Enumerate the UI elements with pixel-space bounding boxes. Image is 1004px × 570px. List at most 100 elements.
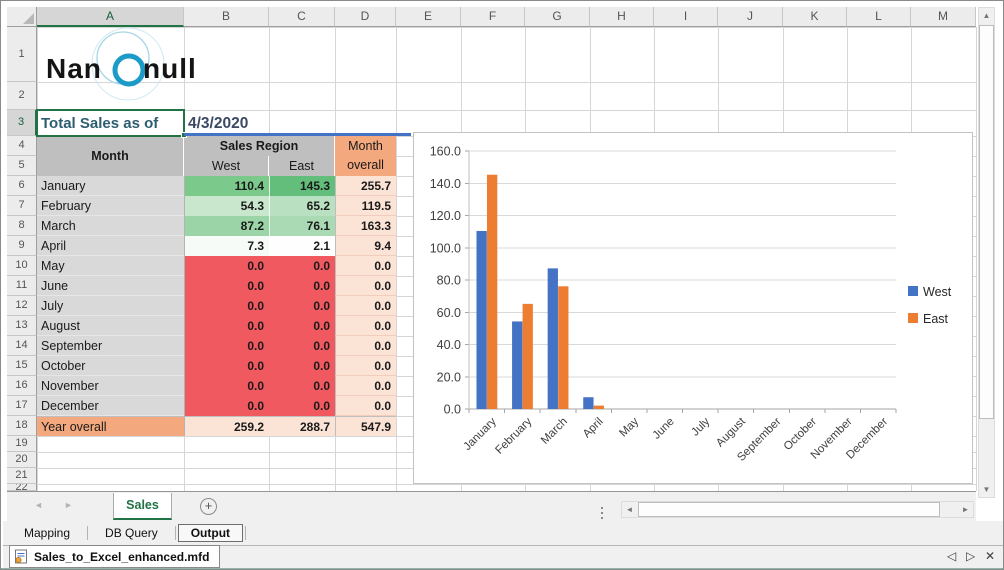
tab-db-query[interactable]: DB Query [90, 524, 173, 542]
cell-overall-August[interactable]: 0.0 [335, 316, 396, 336]
column-header-J[interactable]: J [718, 7, 783, 27]
header-month-overall[interactable]: Monthoverall [335, 136, 396, 176]
cell-east-September[interactable]: 0.0 [269, 336, 335, 356]
cell-month-May[interactable]: May [37, 256, 184, 276]
row-header-13[interactable]: 13 [7, 316, 37, 336]
scroll-up-button[interactable]: ▲ [979, 8, 994, 23]
cell-east-July[interactable]: 0.0 [269, 296, 335, 316]
row-header-18[interactable]: 18 [7, 416, 37, 436]
column-header-I[interactable]: I [654, 7, 718, 27]
cell-month-October[interactable]: October [37, 356, 184, 376]
row-header-5[interactable]: 5 [7, 156, 37, 176]
cell-west-November[interactable]: 0.0 [184, 376, 269, 396]
row-header-21[interactable]: 21 [7, 468, 37, 484]
column-header-H[interactable]: H [590, 7, 654, 27]
cell-month-April[interactable]: April [37, 236, 184, 256]
cell-west-January[interactable]: 110.4 [184, 176, 269, 196]
cell-west-July[interactable]: 0.0 [184, 296, 269, 316]
header-east[interactable]: East [269, 156, 335, 176]
cell-west-February[interactable]: 54.3 [184, 196, 269, 216]
cell-year-overall[interactable]: 547.9 [335, 416, 396, 436]
cell-overall-April[interactable]: 9.4 [335, 236, 396, 256]
cell-month-January[interactable]: January [37, 176, 184, 196]
tab-output[interactable]: Output [178, 524, 243, 542]
scroll-right-button[interactable]: ► [958, 502, 973, 517]
header-sales-region[interactable]: Sales Region [184, 136, 335, 156]
column-header-M[interactable]: M [911, 7, 976, 27]
cell-east-December[interactable]: 0.0 [269, 396, 335, 416]
cell-overall-July[interactable]: 0.0 [335, 296, 396, 316]
cell-overall-January[interactable]: 255.7 [335, 176, 396, 196]
cell-west-October[interactable]: 0.0 [184, 356, 269, 376]
row-header-22[interactable]: 22 [7, 484, 37, 491]
column-header-F[interactable]: F [461, 7, 525, 27]
cell-east-August[interactable]: 0.0 [269, 316, 335, 336]
header-month[interactable]: Month [37, 136, 184, 176]
scroll-down-button[interactable]: ▼ [979, 482, 994, 497]
horizontal-scrollbar[interactable]: ◄ ► [621, 501, 974, 518]
cell-west-December[interactable]: 0.0 [184, 396, 269, 416]
document-tab[interactable]: Sales_to_Excel_enhanced.mfd [9, 545, 220, 568]
select-all-button[interactable] [7, 7, 37, 27]
sales-chart[interactable]: 0.020.040.060.080.0100.0120.0140.0160.0J… [413, 132, 973, 484]
prev-sheet-icon[interactable]: ◄ [34, 500, 43, 510]
cell-east-June[interactable]: 0.0 [269, 276, 335, 296]
scroll-left-button[interactable]: ◄ [622, 502, 637, 517]
row-header-17[interactable]: 17 [7, 396, 37, 416]
column-header-C[interactable]: C [269, 7, 335, 27]
row-header-19[interactable]: 19 [7, 436, 37, 452]
cell-east-March[interactable]: 76.1 [269, 216, 335, 236]
scrollbar-resize-handle[interactable] [601, 504, 603, 522]
row-header-20[interactable]: 20 [7, 452, 37, 468]
cell-east-May[interactable]: 0.0 [269, 256, 335, 276]
column-header-L[interactable]: L [847, 7, 911, 27]
horizontal-scroll-thumb[interactable] [638, 502, 940, 517]
cell-east-January[interactable]: 145.3 [269, 176, 335, 196]
doc-prev-icon[interactable]: ◁ [947, 549, 956, 563]
cell-east-February[interactable]: 65.2 [269, 196, 335, 216]
cell-west-March[interactable]: 87.2 [184, 216, 269, 236]
row-header-9[interactable]: 9 [7, 236, 37, 256]
cell-month-December[interactable]: December [37, 396, 184, 416]
sheet-tab-sales[interactable]: Sales [113, 493, 172, 520]
row-header-3[interactable]: 3 [7, 110, 37, 136]
cell-month-July[interactable]: July [37, 296, 184, 316]
cell-west-August[interactable]: 0.0 [184, 316, 269, 336]
cell-overall-June[interactable]: 0.0 [335, 276, 396, 296]
cell-overall-December[interactable]: 0.0 [335, 396, 396, 416]
row-header-8[interactable]: 8 [7, 216, 37, 236]
cell-overall-September[interactable]: 0.0 [335, 336, 396, 356]
row-header-4[interactable]: 4 [7, 136, 37, 156]
add-sheet-button[interactable]: + [200, 498, 217, 515]
cell-overall-February[interactable]: 119.5 [335, 196, 396, 216]
row-header-14[interactable]: 14 [7, 336, 37, 356]
cell-month-March[interactable]: March [37, 216, 184, 236]
cell-west-September[interactable]: 0.0 [184, 336, 269, 356]
cell-overall-October[interactable]: 0.0 [335, 356, 396, 376]
cell-overall-March[interactable]: 163.3 [335, 216, 396, 236]
row-header-16[interactable]: 16 [7, 376, 37, 396]
column-header-G[interactable]: G [525, 7, 590, 27]
header-west[interactable]: West [184, 156, 269, 176]
cell-west-May[interactable]: 0.0 [184, 256, 269, 276]
row-header-7[interactable]: 7 [7, 196, 37, 216]
cell-east-April[interactable]: 2.1 [269, 236, 335, 256]
row-header-10[interactable]: 10 [7, 256, 37, 276]
cell-overall-November[interactable]: 0.0 [335, 376, 396, 396]
cell-east-November[interactable]: 0.0 [269, 376, 335, 396]
tab-mapping[interactable]: Mapping [9, 524, 85, 542]
cell-west-June[interactable]: 0.0 [184, 276, 269, 296]
cell-month-November[interactable]: November [37, 376, 184, 396]
cell-east-October[interactable]: 0.0 [269, 356, 335, 376]
cell-month-September[interactable]: September [37, 336, 184, 356]
cell-year-west[interactable]: 259.2 [184, 416, 269, 436]
row-header-6[interactable]: 6 [7, 176, 37, 196]
cell-west-April[interactable]: 7.3 [184, 236, 269, 256]
column-header-D[interactable]: D [335, 7, 396, 27]
column-header-E[interactable]: E [396, 7, 461, 27]
vertical-scroll-thumb[interactable] [979, 25, 994, 419]
doc-close-icon[interactable]: ✕ [985, 549, 995, 563]
row-header-11[interactable]: 11 [7, 276, 37, 296]
row-header-2[interactable]: 2 [7, 82, 37, 110]
vertical-scrollbar[interactable]: ▲ ▼ [978, 7, 995, 498]
